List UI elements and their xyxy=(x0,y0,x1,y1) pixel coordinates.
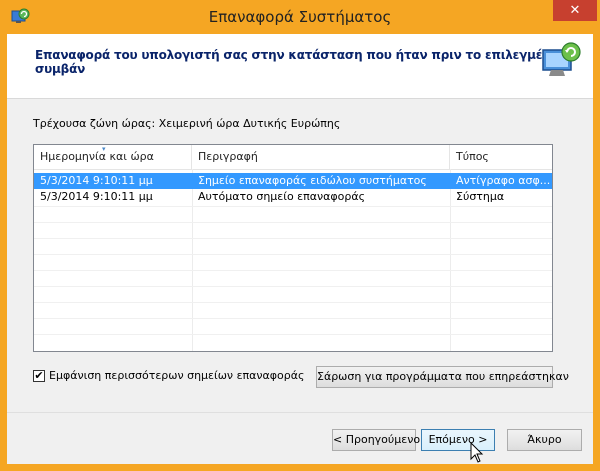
title-bar[interactable]: Επαναφορά Συστήματος ✕ xyxy=(0,0,600,34)
column-header-description[interactable]: Περιγραφή xyxy=(192,145,450,169)
cell-date: 5/3/2014 9:10:11 μμ xyxy=(40,174,153,187)
footer-divider xyxy=(7,412,593,413)
row-divider xyxy=(34,270,552,271)
restore-points-table[interactable]: Ημερομηνία και ώρα ▾ Περιγραφή Τύπος 5/3… xyxy=(33,144,553,352)
row-divider xyxy=(34,254,552,255)
dialog-body: Επαναφορά του υπολογιστή σας στην κατάστ… xyxy=(7,34,593,464)
close-icon: ✕ xyxy=(569,3,581,18)
check-icon: ✔ xyxy=(34,369,44,382)
row-divider xyxy=(34,334,552,335)
timezone-label: Τρέχουσα ζώνη ώρας: Χειμερινή ώρα Δυτική… xyxy=(33,117,341,130)
window-title: Επαναφορά Συστήματος xyxy=(208,8,392,26)
cell-type: Σύστημα xyxy=(456,190,505,203)
show-more-label[interactable]: Εμφάνιση περισσότερων σημείων επαναφοράς xyxy=(49,369,304,382)
cell-description: Σημείο επαναφοράς ειδώλου συστήματος xyxy=(198,174,427,187)
row-divider xyxy=(34,318,552,319)
scan-affected-programs-button[interactable]: Σάρωση για προγράμματα που επηρεάστηκαν xyxy=(316,366,569,388)
restore-monitor-icon xyxy=(542,42,581,76)
header-band: Επαναφορά του υπολογιστή σας στην κατάστ… xyxy=(7,34,593,99)
table-row[interactable]: 5/3/2014 9:10:11 μμ Σημείο επαναφοράς ει… xyxy=(34,173,552,189)
row-divider xyxy=(34,238,552,239)
row-divider xyxy=(34,206,552,207)
table-row[interactable]: 5/3/2014 9:10:11 μμ Αυτόματο σημείο επαν… xyxy=(34,189,552,205)
cell-type: Αντίγραφο ασφ... xyxy=(456,174,551,187)
table-header: Ημερομηνία και ώρα ▾ Περιγραφή Τύπος xyxy=(34,145,552,170)
row-divider xyxy=(34,286,552,287)
close-button[interactable]: ✕ xyxy=(553,0,597,21)
back-button[interactable]: < Προηγούμενο xyxy=(332,429,420,451)
sort-indicator-icon: ▾ xyxy=(102,145,106,153)
mouse-cursor-icon xyxy=(470,442,484,463)
cancel-button[interactable]: Άκυρο xyxy=(507,429,582,451)
header-instruction: Επαναφορά του υπολογιστή σας στην κατάστ… xyxy=(35,48,559,76)
row-divider xyxy=(34,222,552,223)
row-divider xyxy=(34,302,552,303)
cell-date: 5/3/2014 9:10:11 μμ xyxy=(40,190,153,203)
system-restore-window: Επαναφορά Συστήματος ✕ Επαναφορά του υπο… xyxy=(0,0,600,471)
column-header-type[interactable]: Τύπος xyxy=(450,145,552,169)
show-more-checkbox[interactable]: ✔ xyxy=(33,370,45,382)
cell-description: Αυτόματο σημείο επαναφοράς xyxy=(198,190,366,203)
column-header-date[interactable]: Ημερομηνία και ώρα xyxy=(34,145,192,169)
